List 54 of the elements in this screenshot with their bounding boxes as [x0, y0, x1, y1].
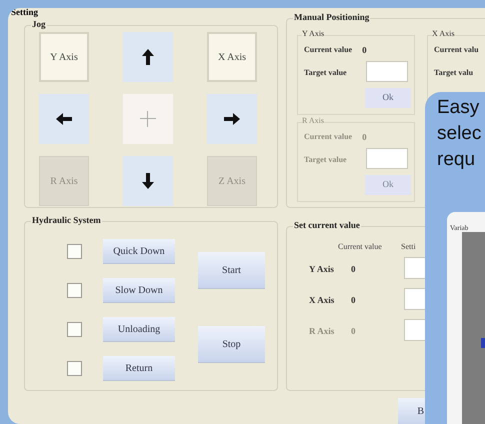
axis-button[interactable]: X Axis — [207, 32, 257, 82]
group-title: Y Axis — [302, 30, 324, 38]
jog-button[interactable] — [39, 94, 89, 144]
input-field[interactable] — [366, 61, 408, 82]
value-text: 0 — [351, 263, 356, 276]
field-label: Target value — [304, 154, 347, 166]
jog-button[interactable] — [207, 94, 257, 144]
callout-text: requ — [437, 148, 476, 172]
axis-label: R Axis — [309, 325, 334, 338]
group-title: Manual Positioning — [293, 13, 370, 22]
field-label: Current value — [304, 44, 352, 56]
control-button[interactable]: Stop — [198, 326, 265, 363]
action-button[interactable]: Quick Down — [103, 239, 175, 264]
callout-text: selec — [437, 122, 482, 146]
checkbox[interactable] — [67, 322, 82, 337]
control-button[interactable]: Start — [198, 252, 265, 289]
value-text: 0 — [362, 131, 367, 144]
action-button[interactable]: Slow Down — [103, 278, 175, 303]
action-button[interactable]: Return — [103, 356, 175, 381]
field-label: Current valu — [434, 44, 479, 56]
group-title: X Axis — [432, 30, 454, 38]
selection-mark — [481, 338, 485, 348]
checkbox[interactable] — [67, 244, 82, 259]
axis-button[interactable]: Y Axis — [39, 32, 89, 82]
checkbox[interactable] — [67, 361, 82, 376]
jog-button[interactable] — [123, 32, 173, 82]
jog-button[interactable] — [123, 156, 173, 206]
checkbox[interactable] — [67, 283, 82, 298]
axis-label: Y Axis — [309, 263, 334, 276]
arrow-icon — [56, 113, 72, 125]
window-title: Setting — [11, 8, 38, 17]
plus-icon — [140, 111, 156, 127]
arrow-icon — [142, 173, 154, 189]
value-text: 0 — [362, 44, 367, 57]
bottom-button[interactable]: B — [398, 398, 425, 424]
value-text: 0 — [351, 294, 356, 307]
axis-label: X Axis — [309, 294, 334, 307]
field-label: Target value — [304, 67, 347, 79]
input-field[interactable] — [404, 257, 426, 279]
field-label: Current value — [304, 131, 352, 143]
group-title: R Axis — [302, 117, 324, 125]
group-title: Jog — [31, 20, 46, 29]
group-title: Hydraulic System — [31, 216, 102, 225]
arrow-icon — [142, 49, 154, 65]
action-button[interactable]: Unloading — [103, 317, 175, 342]
callout-text: Easy — [437, 96, 480, 120]
input-field[interactable] — [404, 288, 426, 310]
value-text: 0 — [351, 325, 356, 338]
column-header: Setti — [401, 241, 416, 253]
arrow-icon — [224, 113, 240, 125]
ok-button[interactable]: Ok — [365, 88, 411, 108]
group-title: Set current value — [293, 221, 361, 230]
column-header: Current value — [338, 241, 382, 253]
field-label: Target valu — [434, 67, 474, 79]
